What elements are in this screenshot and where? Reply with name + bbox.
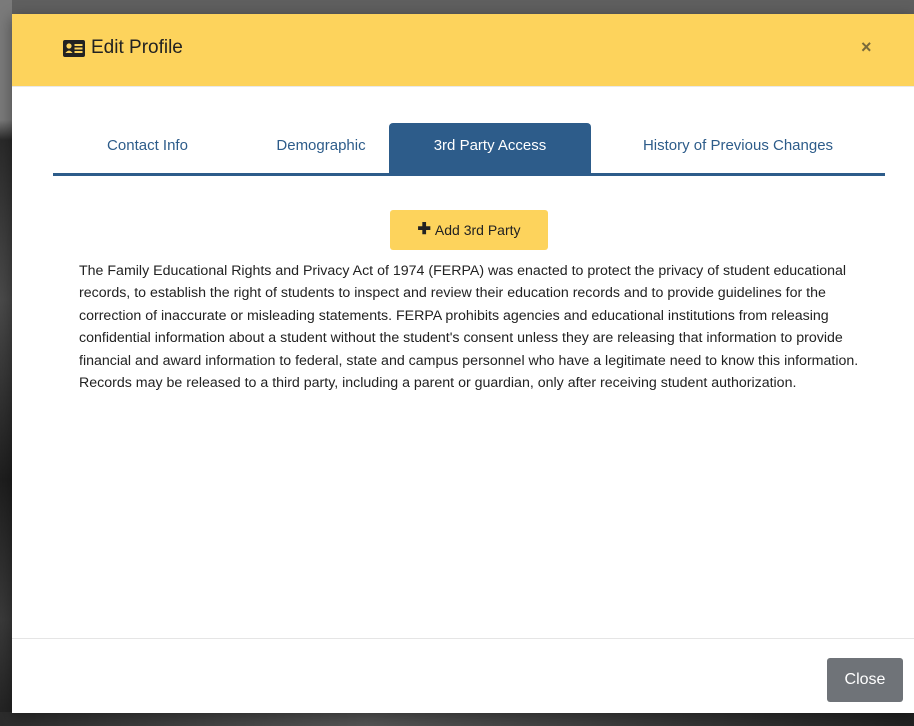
modal-footer: Close: [12, 638, 914, 713]
id-card-icon: [63, 39, 85, 57]
modal-title-text: Edit Profile: [91, 37, 183, 58]
add-3rd-party-label: Add 3rd Party: [434, 222, 521, 238]
tab-3rd-party-access[interactable]: 3rd Party Access: [389, 123, 591, 173]
plus-icon: ✚: [417, 221, 431, 238]
tab-contact-info[interactable]: Contact Info: [53, 123, 242, 173]
modal-header: Edit Profile ×: [12, 14, 914, 87]
backdrop-bottom-strip: [0, 712, 914, 726]
modal-title: Edit Profile: [63, 37, 183, 59]
edit-profile-modal: Edit Profile × Contact Info Demographic …: [12, 14, 914, 713]
backdrop-topbar: [0, 0, 914, 14]
close-button[interactable]: Close: [827, 658, 903, 702]
close-icon[interactable]: ×: [861, 38, 872, 56]
tab-history-of-previous-changes[interactable]: History of Previous Changes: [591, 123, 885, 173]
backdrop-left-strip: [0, 0, 12, 726]
tab-demographic[interactable]: Demographic: [242, 123, 400, 173]
add-3rd-party-button[interactable]: ✚ Add 3rd Party: [390, 210, 548, 250]
ferpa-description: The Family Educational Rights and Privac…: [79, 263, 859, 392]
profile-tabs: Contact Info Demographic 3rd Party Acces…: [53, 123, 885, 176]
